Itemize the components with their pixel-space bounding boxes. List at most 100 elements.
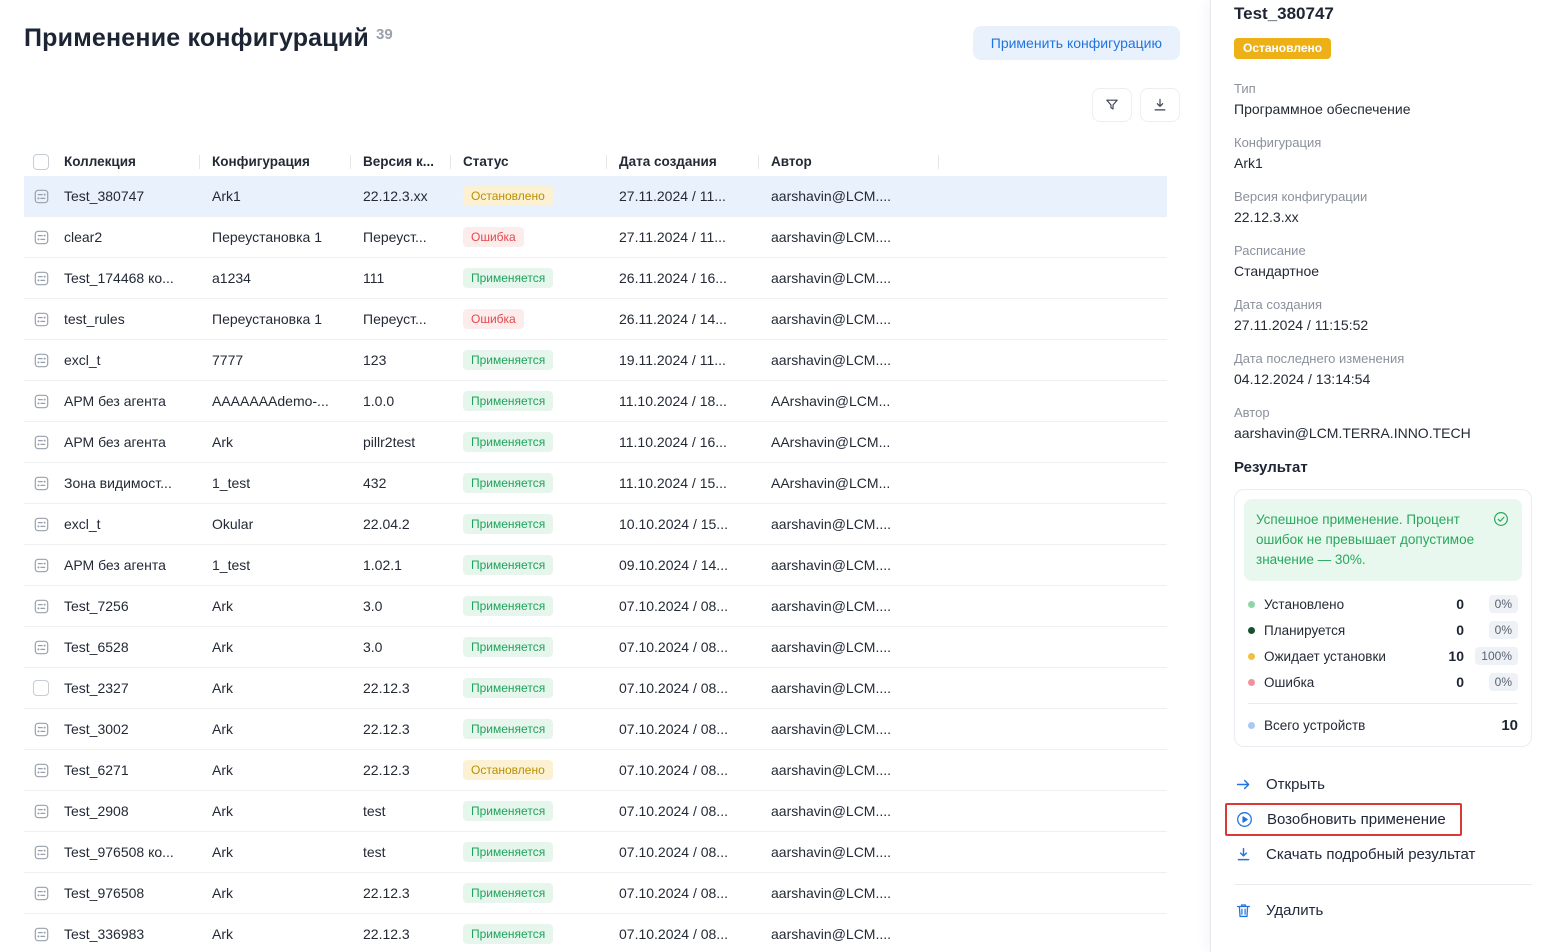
- column-header-date[interactable]: Дата создания: [619, 154, 771, 170]
- config-icon: [33, 926, 50, 943]
- column-header-author[interactable]: Автор: [771, 154, 951, 170]
- table-row[interactable]: test_rulesПереустановка 1Переуст...Ошибк…: [24, 299, 1167, 340]
- config-icon: [33, 393, 50, 410]
- cell-author: aarshavin@LCM....: [771, 844, 951, 860]
- result-card: Успешное применение. Процент ошибок не п…: [1234, 489, 1532, 747]
- field-value: Ark1: [1234, 154, 1532, 172]
- page-title: Применение конфигураций: [24, 24, 369, 53]
- column-header-status[interactable]: Статус: [463, 154, 619, 170]
- cell-configuration: Переустановка 1: [212, 311, 363, 327]
- field-label: Расписание: [1234, 243, 1532, 259]
- row-checkbox[interactable]: [33, 680, 49, 696]
- table-row[interactable]: Test_6271Ark22.12.3Остановлено07.10.2024…: [24, 750, 1167, 791]
- cell-configuration: Ark1: [212, 188, 363, 204]
- cell-author: aarshavin@LCM....: [771, 516, 951, 532]
- panel-fields: ТипПрограммное обеспечениеКонфигурацияAr…: [1234, 81, 1532, 442]
- column-header-version[interactable]: Версия к...: [363, 154, 463, 170]
- cell-configuration: a1234: [212, 270, 363, 286]
- cell-version: 22.12.3: [363, 926, 463, 942]
- export-button[interactable]: [1140, 88, 1180, 122]
- status-badge: Остановлено: [463, 760, 553, 780]
- config-icon: [33, 475, 50, 492]
- column-header-configuration[interactable]: Конфигурация: [212, 154, 363, 170]
- table-row[interactable]: Test_380747Ark122.12.3.xxОстановлено27.1…: [24, 176, 1167, 217]
- cell-date: 07.10.2024 / 08...: [619, 885, 771, 901]
- cell-date: 09.10.2024 / 14...: [619, 557, 771, 573]
- config-icon: [33, 762, 50, 779]
- cell-configuration: Переустановка 1: [212, 229, 363, 245]
- panel-field: Дата создания27.11.2024 / 11:15:52: [1234, 297, 1532, 334]
- cell-author: aarshavin@LCM....: [771, 598, 951, 614]
- status-badge: Применяется: [463, 596, 553, 616]
- table-header: КоллекцияКонфигурацияВерсия к...СтатусДа…: [24, 147, 1167, 176]
- resume-action[interactable]: Возобновить применение: [1225, 803, 1462, 836]
- column-header-collection[interactable]: Коллекция: [64, 154, 212, 170]
- table-row[interactable]: Зона видимост...1_test432Применяется11.1…: [24, 463, 1167, 504]
- cell-author: AArshavin@LCM...: [771, 393, 951, 409]
- cell-version: 432: [363, 475, 463, 491]
- check-circle-icon: [1492, 510, 1510, 570]
- cell-date: 07.10.2024 / 08...: [619, 803, 771, 819]
- table-row[interactable]: Test_7256Ark3.0Применяется07.10.2024 / 0…: [24, 586, 1167, 627]
- cell-collection: Test_6271: [64, 762, 212, 778]
- details-panel: Test_380747 Остановлено ТипПрограммное о…: [1210, 0, 1558, 952]
- cell-version: 111: [363, 270, 463, 286]
- cell-date: 26.11.2024 / 14...: [619, 311, 771, 327]
- panel-title: Test_380747: [1234, 4, 1532, 24]
- config-icon: [33, 352, 50, 369]
- records-count: 39: [376, 26, 393, 43]
- open-action[interactable]: Открыть: [1234, 769, 1532, 800]
- cell-author: aarshavin@LCM....: [771, 762, 951, 778]
- cell-date: 07.10.2024 / 08...: [619, 680, 771, 696]
- table-row[interactable]: Test_976508Ark22.12.3Применяется07.10.20…: [24, 873, 1167, 914]
- resume-label: Возобновить применение: [1267, 811, 1446, 828]
- table-row[interactable]: АРМ без агентаArkpillr2testПрименяется11…: [24, 422, 1167, 463]
- cell-collection: АРМ без агента: [64, 434, 212, 450]
- application-window: Применение конфигураций 39 Применить кон…: [0, 0, 1558, 952]
- config-icon: [33, 721, 50, 738]
- cell-version: 22.04.2: [363, 516, 463, 532]
- status-badge: Применяется: [463, 883, 553, 903]
- stat-dot: [1248, 679, 1255, 686]
- select-all-checkbox[interactable]: [33, 154, 49, 170]
- table-row[interactable]: clear2Переустановка 1Переуст...Ошибка27.…: [24, 217, 1167, 258]
- open-label: Открыть: [1266, 776, 1325, 793]
- table-row[interactable]: Test_6528Ark3.0Применяется07.10.2024 / 0…: [24, 627, 1167, 668]
- delete-action[interactable]: Удалить: [1234, 895, 1532, 926]
- table-row[interactable]: Test_174468 ко...a1234111Применяется26.1…: [24, 258, 1167, 299]
- status-badge: Применяется: [463, 391, 553, 411]
- stat-dot: [1248, 653, 1255, 660]
- filter-button[interactable]: [1092, 88, 1132, 122]
- result-stats: Установлено00%Планируется00%Ожидает уста…: [1244, 591, 1522, 695]
- status-badge: Остановлено: [463, 186, 553, 206]
- stat-value: 0: [1436, 596, 1464, 612]
- cell-author: aarshavin@LCM....: [771, 270, 951, 286]
- stat-row: Ожидает установки10100%: [1248, 643, 1518, 669]
- cell-date: 11.10.2024 / 15...: [619, 475, 771, 491]
- cell-version: pillr2test: [363, 434, 463, 450]
- cell-configuration: Ark: [212, 721, 363, 737]
- cell-version: Переуст...: [363, 311, 463, 327]
- cell-configuration: Ark: [212, 434, 363, 450]
- cell-author: aarshavin@LCM....: [771, 926, 951, 942]
- table-row[interactable]: Test_3002Ark22.12.3Применяется07.10.2024…: [24, 709, 1167, 750]
- apply-configuration-button[interactable]: Применить конфигурацию: [973, 26, 1180, 60]
- cell-collection: clear2: [64, 229, 212, 245]
- cell-date: 19.11.2024 / 11...: [619, 352, 771, 368]
- cell-collection: Test_976508 ко...: [64, 844, 212, 860]
- cell-collection: excl_t: [64, 352, 212, 368]
- table-row[interactable]: Test_976508 ко...ArktestПрименяется07.10…: [24, 832, 1167, 873]
- table-row[interactable]: excl_t7777123Применяется19.11.2024 / 11.…: [24, 340, 1167, 381]
- cell-collection: test_rules: [64, 311, 212, 327]
- stat-label: Ожидает установки: [1264, 649, 1386, 664]
- stat-row: Планируется00%: [1248, 617, 1518, 643]
- download-result-action[interactable]: Скачать подробный результат: [1234, 839, 1532, 870]
- table-row[interactable]: АРМ без агентаAAAAAAAdemo-...1.0.0Примен…: [24, 381, 1167, 422]
- table-row[interactable]: АРМ без агента1_test1.02.1Применяется09.…: [24, 545, 1167, 586]
- table-row[interactable]: Test_336983Ark22.12.3Применяется07.10.20…: [24, 914, 1167, 952]
- table-row[interactable]: Test_2327Ark22.12.3Применяется07.10.2024…: [24, 668, 1167, 709]
- table-row[interactable]: Test_2908ArktestПрименяется07.10.2024 / …: [24, 791, 1167, 832]
- table-row[interactable]: excl_tOkular22.04.2Применяется10.10.2024…: [24, 504, 1167, 545]
- play-circle-icon: [1235, 810, 1254, 829]
- filter-icon: [1103, 96, 1121, 114]
